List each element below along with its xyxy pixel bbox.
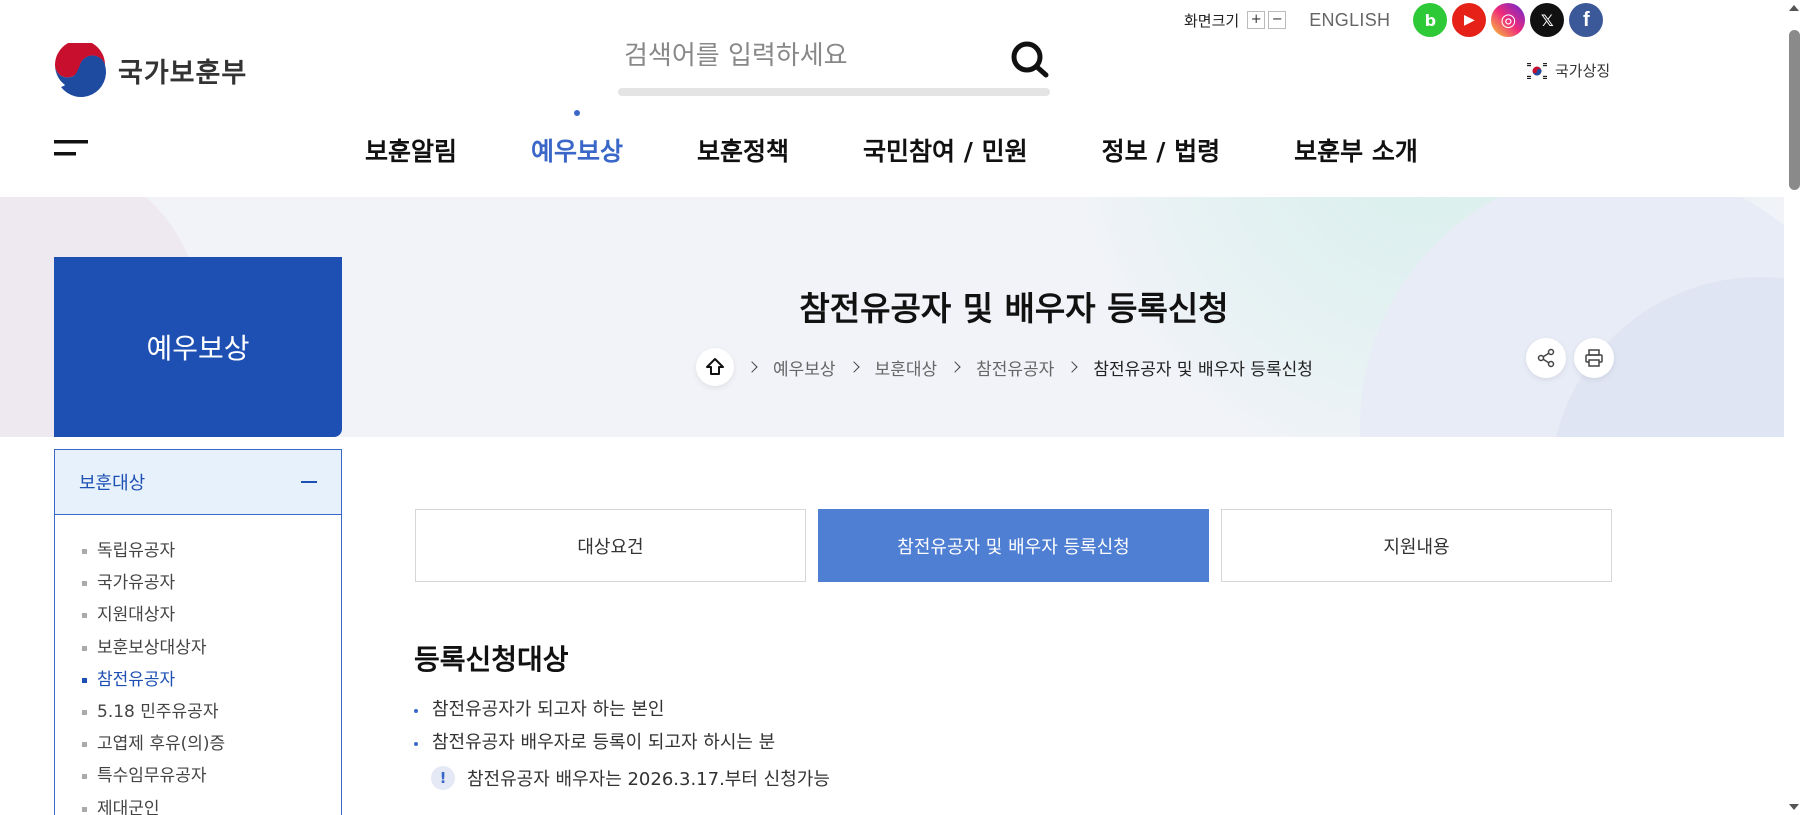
- print-button[interactable]: [1574, 338, 1614, 378]
- lnb-item[interactable]: 고엽제 후유(의)증: [55, 728, 341, 760]
- search-underline: [618, 88, 1050, 96]
- bullet-icon: [82, 549, 87, 554]
- bullet-icon: [82, 677, 87, 683]
- bullet-icon: [82, 742, 87, 748]
- font-decrease-button[interactable]: −: [1268, 11, 1287, 29]
- lnb-item[interactable]: 5.18 민주유공자: [55, 696, 341, 728]
- blog-icon[interactable]: b: [1413, 3, 1448, 37]
- home-button[interactable]: [696, 348, 734, 386]
- bullet-icon: [82, 613, 87, 619]
- bullet-icon: [82, 645, 87, 651]
- lnb-item[interactable]: 독립유공자: [55, 535, 341, 567]
- bullet-icon: [414, 742, 418, 746]
- lnb-item-active[interactable]: 참전유공자: [55, 664, 341, 696]
- search-icon[interactable]: [1010, 40, 1050, 80]
- lnb-item[interactable]: 보훈보상대상자: [55, 632, 341, 664]
- instagram-icon[interactable]: ◎: [1491, 3, 1526, 37]
- scroll-up-arrow-icon[interactable]: [1789, 5, 1799, 11]
- eligibility-list: 참전유공자가 되고자 하는 본인 참전유공자 배우자로 등록이 되고자 하시는 …: [414, 697, 775, 763]
- gnb-item-about[interactable]: 보훈부 소개: [1294, 132, 1418, 168]
- active-indicator-dot: [574, 110, 581, 116]
- korean-flag-icon: [1526, 61, 1548, 80]
- breadcrumb-chevron-icon: [949, 361, 961, 373]
- national-symbol-label: 국가상징: [1555, 62, 1611, 80]
- breadcrumb-item[interactable]: 보훈대상: [875, 355, 938, 380]
- side-navigation: 보훈대상 독립유공자 국가유공자 지원대상자 보훈보상대상자 참전유공자 5.1…: [54, 449, 342, 815]
- list-item: 참전유공자가 되고자 하는 본인: [414, 697, 775, 730]
- gnb-item-policy[interactable]: 보훈정책: [697, 132, 789, 168]
- gnb-item-participation[interactable]: 국민참여 / 민원: [863, 132, 1028, 168]
- share-button[interactable]: [1526, 338, 1566, 378]
- breadcrumb-chevron-icon: [847, 361, 860, 373]
- breadcrumb-current: 참전유공자 및 배우자 등록신청: [1093, 359, 1313, 380]
- hamburger-menu-icon[interactable]: [54, 138, 88, 158]
- exclamation-icon: !: [431, 766, 455, 790]
- youtube-icon[interactable]: ▶: [1452, 3, 1487, 37]
- collapse-minus-icon: [301, 481, 317, 483]
- search-input[interactable]: [618, 30, 978, 82]
- share-icon: [1537, 348, 1555, 368]
- scroll-down-arrow-icon[interactable]: [1789, 804, 1799, 810]
- lnb-item[interactable]: 국가유공자: [55, 567, 341, 599]
- tab-support[interactable]: 지원내용: [1221, 509, 1612, 582]
- site-logo[interactable]: 국가보훈부: [53, 43, 247, 97]
- breadcrumb-item[interactable]: 참전유공자: [976, 355, 1054, 380]
- lnb-group-label: 보훈대상: [79, 473, 146, 494]
- bullet-icon: [414, 709, 418, 713]
- lnb-item[interactable]: 특수임무유공자: [55, 760, 341, 792]
- list-item: 참전유공자 배우자로 등록이 되고자 하시는 분: [414, 730, 775, 763]
- facebook-icon[interactable]: f: [1569, 3, 1604, 37]
- font-increase-button[interactable]: +: [1247, 11, 1266, 29]
- x-icon[interactable]: 𝕏: [1530, 3, 1565, 37]
- search-box: [618, 30, 1050, 96]
- logo-text: 국가보훈부: [118, 57, 248, 89]
- taegeuk-logo-icon: [54, 43, 106, 97]
- national-symbol-link[interactable]: 국가상징: [1526, 60, 1610, 81]
- lnb-item[interactable]: 지원대상자: [55, 599, 341, 631]
- lnb-title: 예우보상: [54, 257, 342, 437]
- tab-registration[interactable]: 참전유공자 및 배우자 등록신청: [818, 509, 1209, 582]
- bullet-icon: [82, 774, 87, 780]
- english-link[interactable]: ENGLISH: [1309, 10, 1390, 31]
- gnb-item-info-law[interactable]: 정보 / 법령: [1102, 132, 1221, 168]
- section-title: 등록신청대상: [414, 643, 569, 676]
- scrollbar-thumb[interactable]: [1789, 30, 1800, 190]
- bullet-icon: [82, 806, 87, 812]
- content-tabs: 대상요건 참전유공자 및 배우자 등록신청 지원내용: [415, 509, 1624, 582]
- font-size-label: 화면크기: [1184, 11, 1240, 30]
- notice-note: ! 참전유공자 배우자는 2026.3.17.부터 신청가능: [431, 765, 830, 791]
- lnb-group-toggle[interactable]: 보훈대상: [55, 450, 341, 515]
- utility-bar: 화면크기 + − ENGLISH b ▶ ◎ 𝕏 f: [1184, 3, 1604, 37]
- breadcrumb-chevron-icon: [746, 361, 758, 373]
- vertical-scrollbar[interactable]: [1784, 0, 1804, 815]
- breadcrumb-item[interactable]: 예우보상: [773, 355, 836, 380]
- lnb-list: 독립유공자 국가유공자 지원대상자 보훈보상대상자 참전유공자 5.18 민주유…: [55, 515, 341, 815]
- bullet-icon: [82, 581, 87, 587]
- breadcrumb-chevron-icon: [1066, 361, 1078, 373]
- gnb-item-notice[interactable]: 보훈알림: [365, 132, 457, 168]
- page-title: 참전유공자 및 배우자 등록신청: [799, 289, 1229, 328]
- main-navigation: 보훈알림 예우보상 보훈정책 국민참여 / 민원 정보 / 법령 보훈부 소개: [365, 110, 1492, 168]
- tab-requirements[interactable]: 대상요건: [415, 509, 806, 582]
- gnb-item-compensation[interactable]: 예우보상: [531, 110, 623, 168]
- bullet-icon: [82, 709, 87, 715]
- print-icon: [1585, 349, 1603, 367]
- home-icon: [706, 358, 724, 375]
- breadcrumb: 예우보상 보훈대상 참전유공자 참전유공자 및 배우자 등록신청: [696, 348, 1313, 386]
- lnb-item[interactable]: 제대군인: [55, 793, 341, 815]
- notice-text: 참전유공자 배우자는 2026.3.17.부터 신청가능: [467, 769, 830, 790]
